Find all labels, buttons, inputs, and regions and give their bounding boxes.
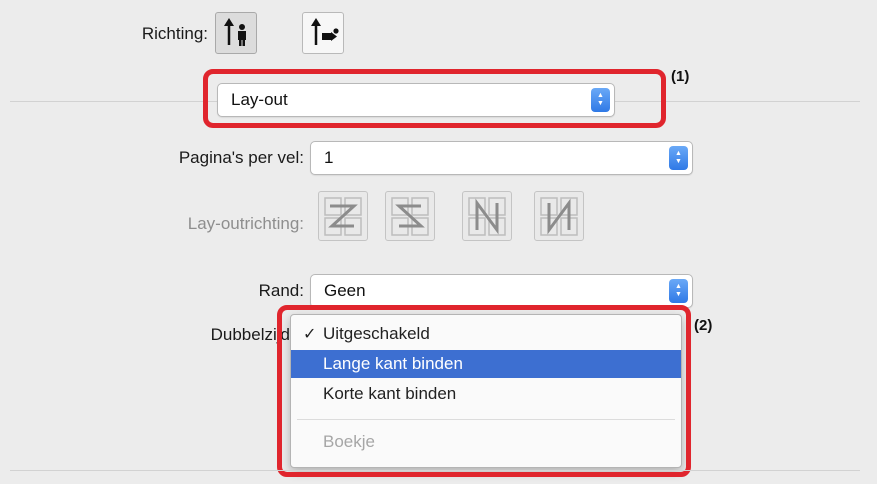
layout-direction-label: Lay-outrichting: — [187, 214, 304, 233]
pages-per-sheet-value: 1 — [324, 148, 334, 167]
z-order-icon — [324, 197, 362, 236]
portrait-orientation-icon — [224, 18, 246, 46]
landscape-orientation-icon — [311, 18, 339, 45]
layout-direction-z-button[interactable] — [318, 191, 368, 241]
chevron-updown-icon: ▲ ▼ — [669, 279, 688, 303]
bottom-divider — [10, 470, 860, 471]
reverse-n-order-icon — [540, 197, 578, 236]
orientation-label: Richting: — [141, 24, 208, 43]
border-label: Rand: — [258, 281, 304, 300]
border-select-value: Geen — [324, 281, 366, 300]
layout-direction-n-button[interactable] — [462, 191, 512, 241]
duplex-label: Dubbelzijd — [210, 325, 290, 344]
reverse-z-order-icon — [391, 197, 429, 236]
layout-direction-reverse-z-button[interactable] — [385, 191, 435, 241]
callout-2-frame — [277, 305, 691, 477]
layout-direction-reverse-n-button[interactable] — [534, 191, 584, 241]
callout-2-label: (2) — [694, 317, 713, 334]
pages-per-sheet-label: Pagina's per vel: — [178, 148, 304, 167]
chevron-updown-icon: ▲ ▼ — [669, 146, 688, 170]
callout-1-frame — [203, 69, 666, 128]
n-order-icon — [468, 197, 506, 236]
pages-per-sheet-select[interactable]: 1 ▲ ▼ — [310, 141, 693, 175]
orientation-landscape-button[interactable] — [302, 12, 344, 54]
callout-1-label: (1) — [671, 68, 690, 85]
border-select[interactable]: Geen ▲ ▼ — [310, 274, 693, 308]
orientation-portrait-button[interactable] — [215, 12, 257, 54]
